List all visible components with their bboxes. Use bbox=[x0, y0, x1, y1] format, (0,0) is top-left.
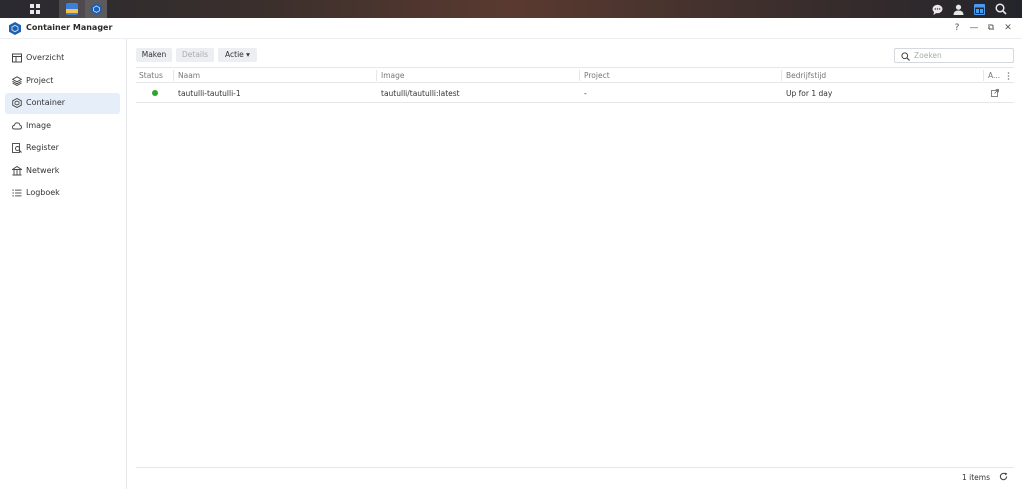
sidebar-item-label: Project bbox=[26, 76, 54, 85]
container-project: - bbox=[584, 89, 587, 98]
refresh-icon[interactable] bbox=[999, 472, 1008, 481]
table-header: Status Naam Image Project Bedrijfstijd A… bbox=[136, 67, 1014, 83]
search-input[interactable]: Zoeken bbox=[914, 51, 942, 60]
taskbar bbox=[0, 0, 1022, 18]
window-titlebar[interactable]: Container Manager ? — ⧉ ✕ bbox=[0, 18, 1022, 39]
list-icon bbox=[12, 189, 22, 197]
app-icon bbox=[66, 3, 78, 15]
create-button[interactable]: Maken bbox=[136, 48, 172, 62]
column-header-naam[interactable]: Naam bbox=[178, 71, 200, 80]
cloud-icon bbox=[12, 122, 22, 130]
sidebar-item-register[interactable]: Register bbox=[5, 138, 120, 159]
column-header-bedrijfstijd[interactable]: Bedrijfstijd bbox=[786, 71, 826, 80]
minimize-button[interactable]: — bbox=[968, 22, 980, 34]
column-divider[interactable] bbox=[579, 70, 580, 81]
column-header-actions[interactable]: A... bbox=[988, 71, 1000, 80]
sidebar-item-container[interactable]: Container bbox=[5, 93, 120, 114]
container-manager-icon bbox=[90, 3, 102, 15]
hexagon-icon bbox=[12, 98, 22, 108]
column-divider[interactable] bbox=[983, 70, 984, 81]
taskbar-user-button[interactable] bbox=[948, 0, 968, 18]
search-field[interactable]: Zoeken bbox=[894, 48, 1014, 63]
sidebar-item-logboek[interactable]: Logboek bbox=[5, 183, 120, 204]
taskbar-widgets-button[interactable] bbox=[969, 0, 989, 18]
sidebar-item-label: Overzicht bbox=[26, 53, 65, 62]
taskbar-chat-button[interactable] bbox=[927, 0, 947, 18]
sidebar-item-label: Netwerk bbox=[26, 166, 60, 175]
sidebar-item-label: Container bbox=[26, 98, 66, 107]
sidebar-item-label: Image bbox=[26, 121, 52, 130]
column-divider[interactable] bbox=[781, 70, 782, 81]
help-button[interactable]: ? bbox=[951, 22, 963, 34]
container-name: tautulli-tautulli-1 bbox=[178, 89, 241, 98]
item-count: 1 items bbox=[961, 473, 990, 482]
action-dropdown-button[interactable]: Actie ▾ bbox=[218, 48, 257, 62]
column-header-project[interactable]: Project bbox=[584, 71, 610, 80]
app-window: Container Manager ? — ⧉ ✕ Overzicht Proj… bbox=[0, 18, 1022, 489]
sidebar-item-project[interactable]: Project bbox=[5, 71, 120, 92]
column-divider[interactable] bbox=[376, 70, 377, 81]
chat-icon bbox=[932, 4, 942, 15]
sidebar-item-netwerk[interactable]: Netwerk bbox=[5, 161, 120, 182]
status-running-indicator bbox=[152, 90, 158, 96]
layers-icon bbox=[12, 76, 22, 86]
network-icon bbox=[12, 166, 22, 176]
container-manager-logo-icon bbox=[9, 22, 21, 35]
search-icon bbox=[995, 3, 1007, 15]
taskbar-search-button[interactable] bbox=[991, 0, 1011, 18]
search-icon bbox=[901, 52, 910, 61]
open-external-icon[interactable] bbox=[991, 89, 999, 97]
window-title: Container Manager bbox=[26, 23, 113, 32]
taskbar-container-manager-button[interactable] bbox=[85, 0, 107, 18]
container-image: tautulli/tautulli:latest bbox=[381, 89, 460, 98]
main-menu-button[interactable] bbox=[25, 0, 45, 18]
overview-icon bbox=[12, 53, 22, 63]
restore-button[interactable]: ⧉ bbox=[985, 22, 997, 34]
table-footer: 1 items bbox=[136, 467, 1014, 485]
column-header-image[interactable]: Image bbox=[381, 71, 405, 80]
sidebar: Overzicht Project Container Image Regist… bbox=[0, 39, 127, 489]
column-divider[interactable] bbox=[173, 70, 174, 81]
user-icon bbox=[953, 4, 963, 15]
sidebar-item-label: Logboek bbox=[26, 188, 60, 197]
taskbar-app-button[interactable] bbox=[59, 0, 85, 18]
sidebar-item-overzicht[interactable]: Overzicht bbox=[5, 48, 120, 69]
details-button[interactable]: Details bbox=[176, 48, 214, 62]
sidebar-item-label: Register bbox=[26, 143, 59, 152]
table-row[interactable]: tautulli-tautulli-1 tautulli/tautulli:la… bbox=[136, 83, 1014, 103]
close-button[interactable]: ✕ bbox=[1002, 22, 1014, 34]
container-uptime: Up for 1 day bbox=[786, 89, 833, 98]
sidebar-item-image[interactable]: Image bbox=[5, 116, 120, 137]
column-header-status[interactable]: Status bbox=[139, 71, 163, 80]
widgets-icon bbox=[973, 3, 985, 15]
column-menu-icon[interactable] bbox=[1007, 72, 1010, 80]
grid-icon bbox=[30, 4, 40, 14]
registry-search-icon bbox=[12, 143, 22, 153]
